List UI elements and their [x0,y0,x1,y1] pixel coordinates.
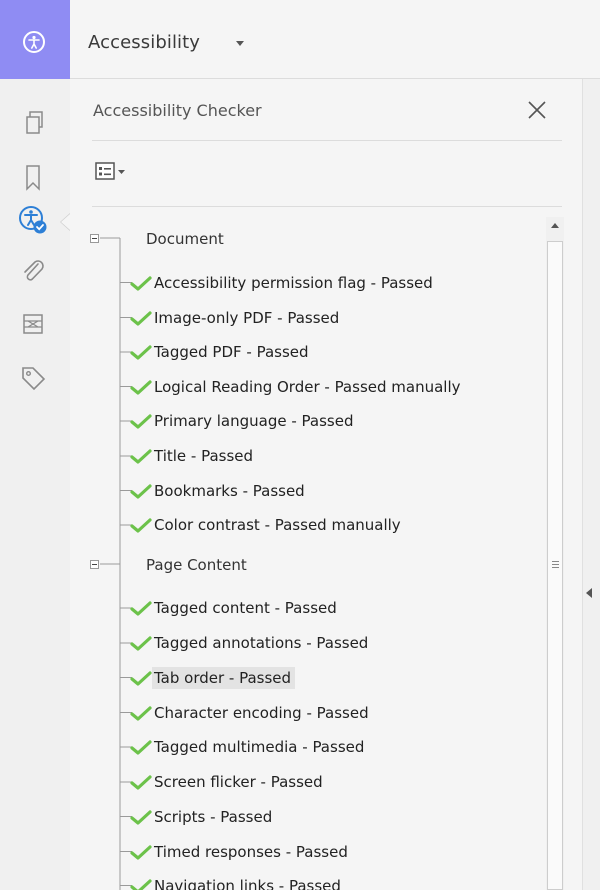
left-navigation-rail [0,79,70,890]
grip-line [552,561,559,562]
list-item[interactable]: Navigation links - Passed [130,874,345,890]
list-item[interactable]: Character encoding - Passed [130,701,373,725]
scroll-up-arrow-icon[interactable] [551,223,559,228]
group-label-page-content[interactable]: Page Content [146,556,247,574]
tool-title: Accessibility [88,32,201,53]
list-item[interactable]: Scripts - Passed [130,805,276,829]
grip-line [552,564,559,565]
accessibility-tool-badge[interactable] [0,0,70,79]
checkmark-icon [130,449,152,464]
right-pane-collapse-strip [583,79,600,890]
item-label: Bookmarks - Passed [154,481,305,500]
checkmark-icon [130,705,152,721]
list-item[interactable]: Title - Passed [130,444,257,468]
checkmark-icon [130,379,152,395]
item-label: Timed responses - Passed [154,842,348,861]
checkmark-icon [130,483,152,499]
list-item[interactable]: Accessibility permission flag - Passed [130,271,437,295]
checkmark-icon [130,345,152,360]
layers-icon[interactable] [18,309,48,339]
item-label: Image-only PDF - Passed [154,308,340,327]
list-item[interactable]: Tagged annotations - Passed [130,631,372,655]
checkmark-icon [130,275,152,291]
item-label: Tab order - Passed [152,666,296,689]
item-label: Screen flicker - Passed [154,773,323,791]
checkmark-icon [130,670,152,686]
checkmark-icon [130,414,152,429]
pages-icon[interactable] [18,107,48,137]
results-tree: Document Accessibility permission flag -… [70,207,540,890]
list-item[interactable]: Bookmarks - Passed [130,479,309,503]
list-item[interactable]: Tagged PDF - Passed [130,340,313,364]
grip-line [552,567,559,568]
divider [92,140,562,141]
item-label: Accessibility permission flag - Passed [154,273,433,292]
collapse-left-arrow-icon[interactable] [586,588,592,598]
collapse-page-content-toggle[interactable] [90,560,99,569]
checkmark-icon [130,310,152,326]
checkmark-icon [130,518,152,533]
item-label: Title - Passed [154,447,254,465]
item-label: Color contrast - Passed manually [154,516,401,534]
bookmark-icon[interactable] [18,162,48,192]
item-label: Scripts - Passed [154,807,273,826]
list-item[interactable]: Timed responses - Passed [130,840,352,864]
checkmark-icon [130,809,152,825]
vertical-scrollbar[interactable] [546,217,564,890]
item-label: Character encoding - Passed [154,703,369,722]
accessibility-check-icon[interactable] [18,205,48,235]
options-menu-button[interactable] [94,159,144,185]
list-item[interactable]: Primary language - Passed [130,409,357,433]
panel-title: Accessibility Checker [93,101,262,120]
checkmark-icon [130,878,152,890]
list-item[interactable]: Tagged multimedia - Passed [130,735,368,759]
scrollbar-thumb[interactable] [547,241,563,890]
list-item[interactable]: Color contrast - Passed manually [130,513,405,537]
tags-icon[interactable] [18,363,48,393]
list-item[interactable]: Image-only PDF - Passed [130,306,343,330]
list-item[interactable]: Screen flicker - Passed [130,770,327,794]
item-label: Tagged PDF - Passed [154,343,309,361]
item-label: Tagged multimedia - Passed [154,738,365,756]
collapse-document-toggle[interactable] [90,234,99,243]
list-item[interactable]: Tagged content - Passed [130,596,341,620]
checkmark-icon [130,601,152,616]
active-tab-pointer [60,213,70,231]
tool-title-dropdown[interactable]: Accessibility [88,32,200,53]
checkmark-icon [130,844,152,860]
group-label-document[interactable]: Document [146,230,224,248]
attachment-icon[interactable] [18,256,48,286]
accessibility-checker-panel: Accessibility Checker Document Accessibi… [70,79,583,890]
checkmark-icon [130,740,152,755]
item-label: Primary language - Passed [154,412,354,430]
checkmark-icon [130,636,152,651]
chevron-down-icon[interactable] [236,41,244,46]
item-label: Tagged content - Passed [154,599,337,617]
list-item-selected[interactable]: Tab order - Passed [130,666,296,690]
tool-header: Accessibility [70,0,600,79]
item-label: Logical Reading Order - Passed manually [154,377,461,396]
checkmark-icon [130,775,152,790]
item-label: Navigation links - Passed [154,876,341,890]
accessibility-icon [23,31,45,53]
list-item[interactable]: Logical Reading Order - Passed manually [130,375,465,399]
close-icon[interactable] [526,99,548,121]
item-label: Tagged annotations - Passed [154,634,369,652]
